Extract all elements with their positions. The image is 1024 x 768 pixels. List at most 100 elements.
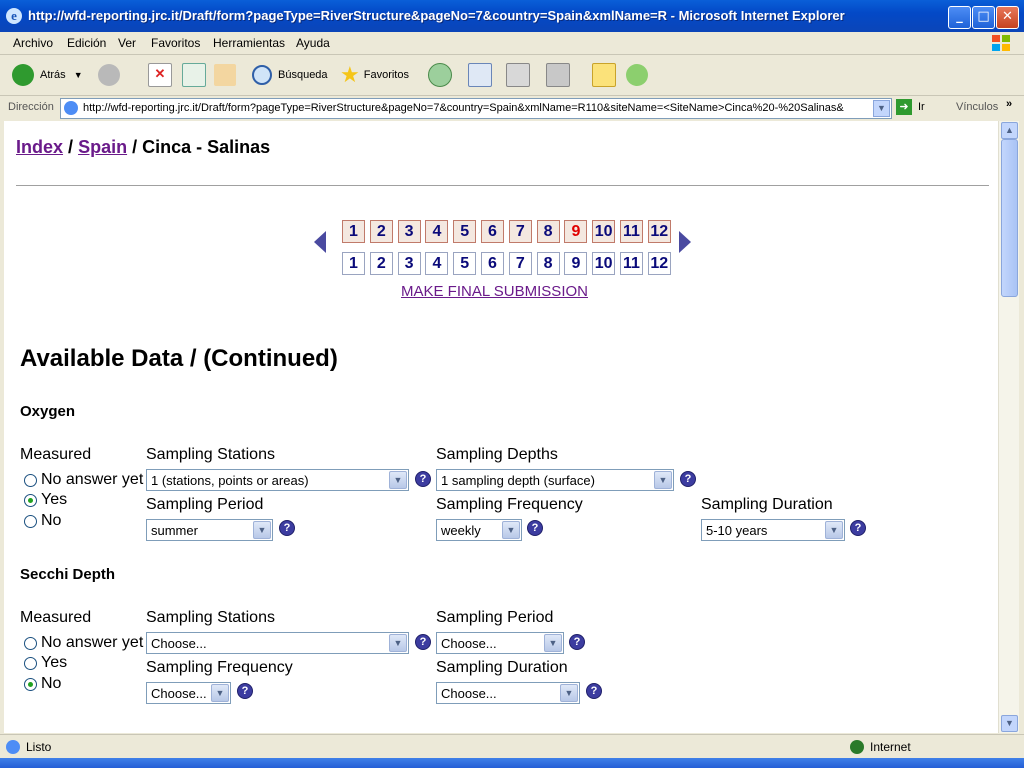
secchi-duration-select[interactable]: Choose... ▼ [436, 682, 580, 704]
scroll-thumb[interactable] [1001, 139, 1018, 297]
go-button[interactable]: ➜ Ir [896, 99, 925, 115]
page-link-9[interactable]: 9 [564, 252, 588, 275]
chevron-down-icon[interactable]: ▼ [873, 100, 890, 117]
oxygen-period-select[interactable]: summer ▼ [146, 519, 273, 541]
star-icon: ★ [340, 62, 360, 87]
help-icon[interactable]: ? [586, 683, 602, 699]
page-tab-2[interactable]: 2 [369, 220, 393, 243]
help-icon[interactable]: ? [680, 471, 696, 487]
secchi-radio-no[interactable]: No [24, 675, 61, 693]
page-tab-3[interactable]: 3 [397, 220, 421, 243]
page-tab-12[interactable]: 12 [647, 220, 671, 243]
page-link-7[interactable]: 7 [508, 252, 532, 275]
page-tab-9[interactable]: 9 [564, 220, 588, 243]
address-input[interactable]: http://wfd-reporting.jrc.it/Draft/form?p… [60, 98, 892, 119]
help-icon[interactable]: ? [279, 520, 295, 536]
radio-circle [24, 514, 37, 528]
title-bar: e http://wfd-reporting.jrc.it/Draft/form… [0, 0, 1024, 32]
maximize-button[interactable]: □ [972, 6, 995, 29]
page-icon [6, 740, 20, 754]
menu-archivo[interactable]: Archivo [13, 36, 53, 50]
discuss-button[interactable] [592, 61, 616, 89]
taskbar [0, 758, 1024, 768]
secchi-radio-no-answer[interactable]: No answer yet [24, 634, 143, 652]
page-tab-10[interactable]: 10 [592, 220, 616, 243]
oxygen-radio-no[interactable]: No [24, 512, 61, 530]
menu-favoritos[interactable]: Favoritos [151, 36, 200, 50]
favorites-button[interactable]: ★ Favoritos [340, 61, 409, 89]
search-button[interactable]: Búsqueda [252, 61, 328, 89]
menu-ayuda[interactable]: Ayuda [296, 36, 330, 50]
mail-icon [468, 63, 492, 87]
oxygen-radio-no-answer[interactable]: No answer yet [24, 471, 143, 489]
help-icon[interactable]: ? [237, 683, 253, 699]
help-icon[interactable]: ? [850, 520, 866, 536]
secchi-period-select[interactable]: Choose... ▼ [436, 632, 564, 654]
links-expand-icon[interactable]: » [1006, 98, 1012, 110]
forward-button[interactable] [98, 61, 120, 89]
scroll-up-icon[interactable]: ▲ [1001, 122, 1018, 139]
page-tab-7[interactable]: 7 [508, 220, 532, 243]
oxygen-depths-select[interactable]: 1 sampling depth (surface) ▼ [436, 469, 674, 491]
links-button[interactable]: Vínculos [956, 101, 998, 113]
secchi-radio-yes[interactable]: Yes [24, 654, 67, 672]
refresh-button[interactable] [182, 61, 206, 89]
page-link-10[interactable]: 10 [592, 252, 616, 275]
scroll-down-icon[interactable]: ▼ [1001, 715, 1018, 732]
page-link-2[interactable]: 2 [369, 252, 393, 275]
vertical-scrollbar[interactable]: ▲ ▼ [998, 121, 1019, 733]
back-button[interactable]: Atrás ▼ [12, 61, 83, 89]
help-icon[interactable]: ? [569, 634, 585, 650]
page-link-5[interactable]: 5 [453, 252, 477, 275]
mail-button[interactable] [468, 61, 492, 89]
messenger-button[interactable] [626, 61, 648, 89]
oxygen-period-label: Sampling Period [146, 496, 264, 513]
page-link-3[interactable]: 3 [397, 252, 421, 275]
globe-icon [850, 740, 864, 754]
stop-button[interactable]: ✕ [148, 61, 172, 89]
edit-button[interactable] [546, 61, 570, 89]
help-icon[interactable]: ? [527, 520, 543, 536]
home-button[interactable] [214, 61, 236, 89]
page-tab-6[interactable]: 6 [481, 220, 504, 243]
oxygen-frequency-select[interactable]: weekly ▼ [436, 519, 522, 541]
page-tab-4[interactable]: 4 [425, 220, 449, 243]
breadcrumb-index-link[interactable]: Index [16, 137, 63, 157]
radio-circle [24, 677, 37, 691]
messenger-icon [626, 64, 648, 86]
history-button[interactable] [428, 61, 452, 89]
menu-edicion[interactable]: Edición [67, 36, 106, 50]
next-page-arrow-icon[interactable] [679, 231, 691, 253]
page-link-6[interactable]: 6 [481, 252, 504, 275]
close-button[interactable]: ✕ [996, 6, 1019, 29]
page-link-8[interactable]: 8 [536, 252, 560, 275]
page-link-12[interactable]: 12 [647, 252, 671, 275]
oxygen-heading: Oxygen [20, 403, 76, 420]
print-button[interactable] [506, 61, 530, 89]
oxygen-stations-select[interactable]: 1 (stations, points or areas) ▼ [146, 469, 409, 491]
secchi-frequency-select[interactable]: Choose... ▼ [146, 682, 231, 704]
oxygen-radio-yes[interactable]: Yes [24, 491, 67, 509]
menu-herramientas[interactable]: Herramientas [213, 36, 285, 50]
minimize-button[interactable]: _ [948, 6, 971, 29]
section-title: Available Data / (Continued) [20, 345, 338, 372]
help-icon[interactable]: ? [415, 634, 431, 650]
oxygen-duration-select[interactable]: 5-10 years ▼ [701, 519, 845, 541]
help-icon[interactable]: ? [415, 471, 431, 487]
status-bar: Listo Internet [0, 734, 1024, 759]
menu-ver[interactable]: Ver [118, 36, 136, 50]
make-final-submission-link[interactable]: MAKE FINAL SUBMISSION [401, 283, 588, 300]
previous-page-arrow-icon[interactable] [314, 231, 326, 253]
secchi-stations-select[interactable]: Choose... ▼ [146, 632, 409, 654]
radio-circle [24, 656, 37, 670]
chevron-down-icon: ▼ [389, 634, 407, 652]
chevron-down-icon: ▼ [211, 684, 229, 702]
page-tab-8[interactable]: 8 [536, 220, 560, 243]
page-tab-1[interactable]: 1 [342, 220, 365, 243]
page-tab-5[interactable]: 5 [453, 220, 477, 243]
page-tab-11[interactable]: 11 [620, 220, 643, 243]
breadcrumb-country-link[interactable]: Spain [78, 137, 127, 157]
page-link-4[interactable]: 4 [425, 252, 449, 275]
page-link-1[interactable]: 1 [342, 252, 365, 275]
page-link-11[interactable]: 11 [620, 252, 643, 275]
